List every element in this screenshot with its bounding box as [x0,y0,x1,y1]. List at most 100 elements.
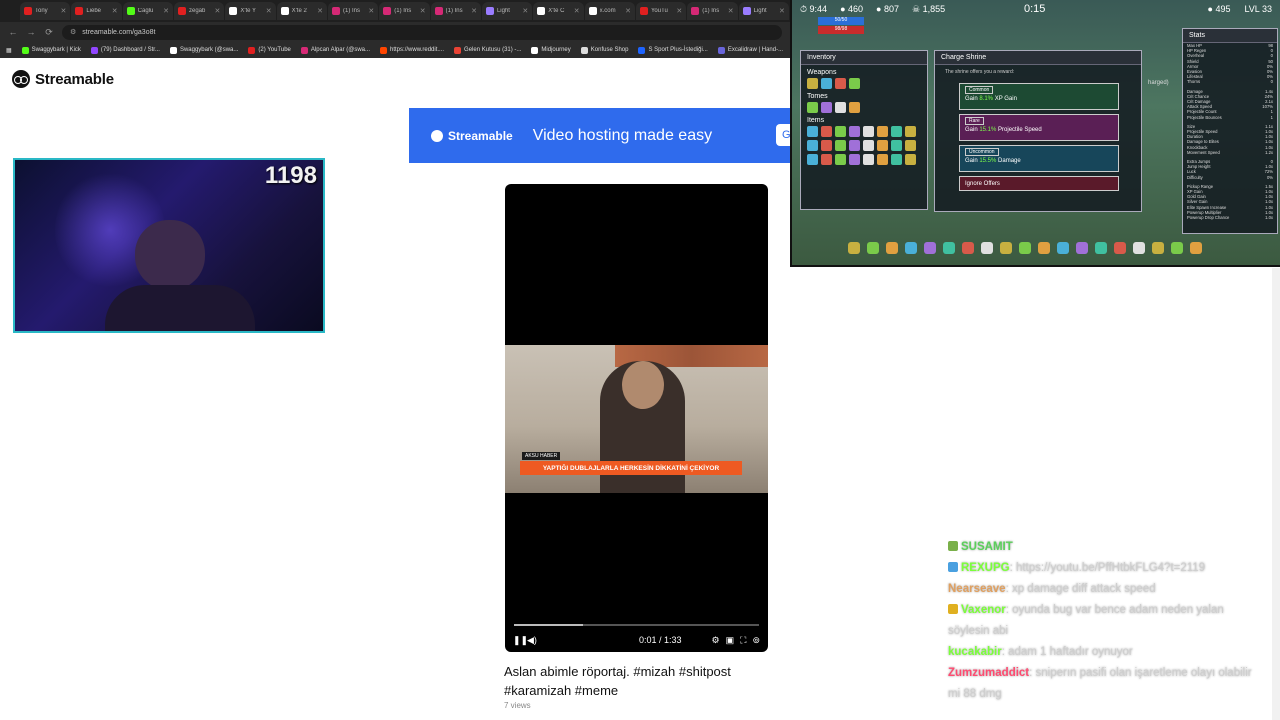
inventory-slot-icon[interactable] [821,78,832,89]
shrine-offer-button[interactable]: Uncommon Gain 15.5% Damage [959,145,1119,172]
tab-close-icon[interactable]: ✕ [60,7,66,15]
inventory-slot-icon[interactable] [877,126,888,137]
inventory-slot-icon[interactable] [849,126,860,137]
inventory-slot-icon[interactable] [807,140,818,151]
tab-close-icon[interactable]: ✕ [420,7,426,15]
bookmark-item[interactable]: https://www.reddit.... [380,46,444,54]
inventory-slot-icon[interactable] [821,126,832,137]
apps-grid-icon[interactable]: ▦ [6,47,12,54]
page-scrollbar[interactable] [1272,268,1280,720]
tab-close-icon[interactable]: ✕ [728,7,734,15]
inventory-slot-icon[interactable] [807,126,818,137]
bookmark-item[interactable]: S Sport Plus-İstediği... [638,46,708,54]
browser-tab[interactable]: Light ✕ [738,2,789,20]
browser-tab[interactable]: zegab ✕ [173,2,225,20]
tab-close-icon[interactable]: ✕ [471,7,477,15]
browser-tab[interactable]: Light ✕ [481,2,533,20]
ignore-offers-button[interactable]: Ignore Offers [959,176,1119,191]
inventory-slot-icon[interactable] [877,140,888,151]
chat-username[interactable]: REXUPG [961,562,1010,574]
tab-close-icon[interactable]: ✕ [574,7,580,15]
inventory-slot-icon[interactable] [821,140,832,151]
site-info-icon[interactable]: ⚙ [70,28,76,36]
inventory-slot-icon[interactable] [891,126,902,137]
tab-close-icon[interactable]: ✕ [266,7,272,15]
tab-close-icon[interactable]: ✕ [676,7,682,15]
chat-username[interactable]: kucakabir [948,646,1002,658]
tab-close-icon[interactable]: ✕ [522,7,528,15]
inventory-slot-icon[interactable] [905,140,916,151]
bookmark-item[interactable]: Midjourney [531,46,571,54]
inventory-slot-icon[interactable] [905,126,916,137]
inventory-slot-icon[interactable] [835,126,846,137]
bookmark-item[interactable]: Alpcan Alpar (@swa... [300,46,370,54]
bookmark-item[interactable]: Swaggybark | Kick [21,46,81,54]
pause-icon[interactable]: ❚❚ [513,635,528,646]
inventory-slot-icon[interactable] [849,154,860,165]
url-input[interactable]: ⚙ streamable.com/ga3o8t [62,24,782,40]
chat-username[interactable]: SUSAMIT [961,541,1013,553]
bookmark-item[interactable]: Gelen Kutusu (31) -... [454,46,521,54]
streamable-logo[interactable]: Streamable [12,70,114,88]
inventory-slot-icon[interactable] [863,154,874,165]
reload-icon[interactable]: ⟳ [44,27,54,38]
chat-username[interactable]: Vaxenor [961,604,1006,616]
browser-tab[interactable]: X'te 2 ✕ [276,2,327,20]
browser-tab[interactable]: Liebe ✕ [71,2,122,20]
forward-arrow-icon[interactable]: → [26,27,36,37]
browser-tab[interactable]: x.com ✕ [584,2,635,20]
settings-gear-icon[interactable]: ⚙ [712,635,720,646]
inventory-slot-icon[interactable] [863,126,874,137]
chat-username[interactable]: Nearseave [948,583,1006,595]
inventory-slot-icon[interactable] [849,78,860,89]
bookmark-item[interactable]: Swaggybark (@swa... [169,46,238,54]
tab-close-icon[interactable]: ✕ [317,7,323,15]
streamable-watermark-icon[interactable]: ⊚ [752,635,760,646]
browser-tab[interactable]: (1) Ins ✕ [327,2,379,20]
tab-close-icon[interactable]: ✕ [625,7,631,15]
shrine-offer-button[interactable]: Rare Gain 15.1% Projectile Speed [959,114,1119,141]
tab-close-icon[interactable]: ✕ [214,7,220,15]
inventory-slot-icon[interactable] [835,140,846,151]
browser-tab[interactable]: (1) Ins ✕ [430,2,481,20]
inventory-slot-icon[interactable] [821,102,832,113]
inventory-slot-icon[interactable] [849,140,860,151]
inventory-slot-icon[interactable] [891,154,902,165]
tab-close-icon[interactable]: ✕ [779,7,785,15]
tab-close-icon[interactable]: ✕ [163,7,169,15]
volume-icon[interactable]: ◀) [527,635,541,646]
fullscreen-icon[interactable]: ⛶ [740,635,746,646]
browser-tab[interactable]: (1) Ins ✕ [379,2,430,20]
back-arrow-icon[interactable]: ← [8,27,18,37]
inventory-slot-icon[interactable] [807,78,818,89]
inventory-slot-icon[interactable] [877,154,888,165]
browser-tab[interactable]: Caglu ✕ [122,2,173,20]
inventory-slot-icon[interactable] [807,154,818,165]
tab-close-icon[interactable]: ✕ [368,7,374,15]
browser-tab[interactable]: (1) Ins ✕ [687,2,738,20]
tab-close-icon[interactable]: ✕ [112,7,118,15]
bookmark-item[interactable]: Konfuse Shop [580,46,628,54]
browser-tab[interactable]: YouTu ✕ [635,2,687,20]
browser-tab[interactable]: Tony ✕ [20,2,71,20]
ad-banner[interactable]: Streamable Video hosting made easy G [409,108,790,163]
ad-cta-button[interactable]: G [776,124,790,146]
inventory-slot-icon[interactable] [807,102,818,113]
inventory-slot-icon[interactable] [891,140,902,151]
browser-tab[interactable]: X'te C ✕ [533,2,584,20]
video-progress-bar[interactable] [514,624,759,626]
video-player[interactable]: AKSU HABER YAPTIĞI DUBLAJLARLA HERKESİN … [505,184,768,652]
shrine-offer-button[interactable]: Common Gain 8.1% XP Gain [959,83,1119,110]
inventory-slot-icon[interactable] [835,78,846,89]
bookmark-item[interactable]: (2) YouTube [248,46,291,54]
inventory-slot-icon[interactable] [849,102,860,113]
bookmark-item[interactable]: Excalidraw | Hand-... [717,46,783,54]
bookmark-item[interactable]: (79) Dashboard / Str... [90,46,160,54]
picture-in-picture-icon[interactable]: ▣ [726,635,735,646]
inventory-slot-icon[interactable] [863,140,874,151]
inventory-slot-icon[interactable] [835,154,846,165]
browser-tab[interactable]: X'te Y ✕ [225,2,276,20]
inventory-slot-icon[interactable] [821,154,832,165]
chat-username[interactable]: Zumzumaddict [948,667,1029,679]
inventory-slot-icon[interactable] [835,102,846,113]
